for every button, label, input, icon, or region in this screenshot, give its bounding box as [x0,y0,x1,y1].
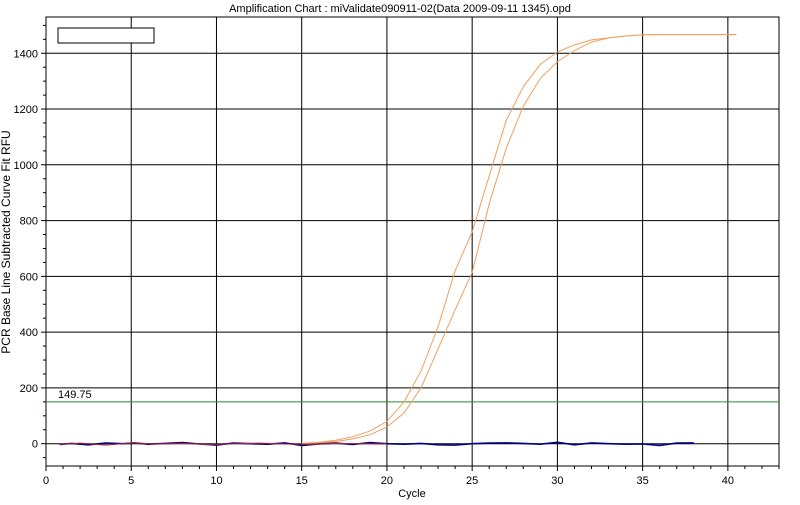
x-tick-label: 20 [381,475,393,487]
y-tick-label: 1400 [14,48,38,60]
x-tick-label: 35 [637,475,649,487]
y-tick-label: 1200 [14,104,38,116]
threshold-label: 149.75 [58,389,92,401]
y-tick-label: 0 [32,439,38,451]
x-tick-label: 0 [43,475,49,487]
y-tick-label: 1000 [14,160,38,172]
chart-title: Amplification Chart : miValidate090911-0… [229,3,571,15]
plot-area [45,16,780,467]
y-tick-label: 800 [20,216,38,228]
x-tick-label: 30 [551,475,563,487]
y-tick-label: 600 [20,271,38,283]
y-axis-label: PCR Base Line Subtracted Curve Fit RFU [0,130,13,353]
legend-box [57,27,155,44]
y-tick-label: 200 [20,383,38,395]
amplification-chart: Amplification Chart : miValidate090911-0… [0,0,800,500]
x-tick-label: 25 [466,475,478,487]
x-tick-label: 10 [210,475,222,487]
x-tick-label: 40 [722,475,734,487]
x-tick-label: 5 [128,475,134,487]
y-tick-label: 400 [20,327,38,339]
x-tick-label: 15 [296,475,308,487]
chart-svg: Amplification Chart : miValidate090911-0… [0,3,780,500]
x-axis-label: Cycle [398,488,426,500]
